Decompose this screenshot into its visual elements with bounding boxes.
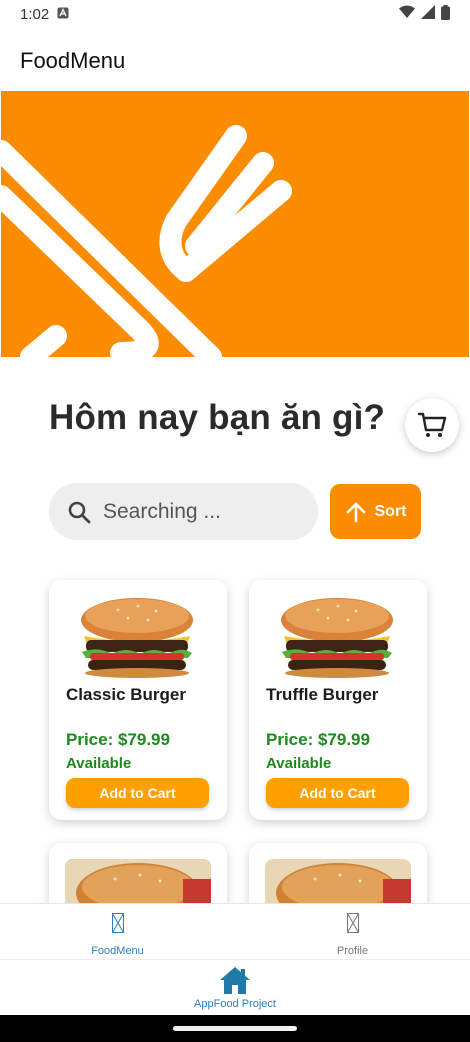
system-navigation-bar — [0, 1015, 470, 1042]
product-card[interactable]: Truffle Burger Price: $79.99 Available A… — [249, 580, 427, 820]
cart-icon — [417, 412, 447, 437]
status-time: 1:02 — [20, 5, 50, 23]
product-card[interactable]: Classic Burger Price: $79.99 Available A… — [49, 580, 227, 820]
battery-icon — [441, 4, 450, 24]
tab-foodmenu[interactable]: FoodMenu — [0, 904, 235, 959]
burger-image — [81, 598, 193, 678]
search-input[interactable] — [103, 499, 293, 524]
app-bar: FoodMenu — [0, 36, 470, 86]
fork-knife-icon — [1, 125, 292, 357]
image-placeholder-icon — [111, 913, 124, 933]
bottom-nav-label: AppFood Project — [194, 997, 276, 1010]
home-handle[interactable] — [173, 1026, 297, 1031]
product-price: Price: $79.99 — [66, 730, 170, 749]
sort-button[interactable]: Sort — [330, 484, 421, 539]
wifi-icon — [399, 5, 415, 23]
tab-label: Profile — [336, 945, 369, 957]
image-placeholder-icon — [346, 913, 359, 933]
page-headline: Hôm nay bạn ăn gì? — [49, 398, 386, 437]
tab-bar: FoodMenu Profile — [0, 903, 470, 959]
product-status: Available — [266, 755, 332, 772]
burger-image — [281, 598, 393, 678]
arrow-up-icon — [346, 502, 365, 522]
tab-profile[interactable]: Profile — [235, 904, 470, 959]
status-bar: 1:02 — [0, 0, 470, 28]
product-price: Price: $79.99 — [266, 730, 370, 749]
app-notification-icon — [57, 6, 69, 23]
add-to-cart-button[interactable]: Add to Cart — [266, 778, 409, 808]
add-to-cart-button[interactable]: Add to Cart — [66, 778, 209, 808]
product-name: Classic Burger — [66, 685, 186, 704]
cart-button[interactable] — [405, 398, 459, 452]
product-status: Available — [66, 755, 132, 772]
tab-label: FoodMenu — [91, 945, 144, 957]
search-icon — [68, 501, 91, 523]
home-icon — [220, 966, 250, 994]
hero-banner — [1, 91, 469, 357]
bottom-navigation[interactable]: AppFood Project — [0, 959, 470, 1015]
product-name: Truffle Burger — [266, 685, 379, 704]
signal-icon — [421, 5, 435, 23]
sort-label: Sort — [374, 502, 407, 520]
app-title: FoodMenu — [20, 48, 126, 73]
search-box[interactable] — [49, 483, 318, 540]
